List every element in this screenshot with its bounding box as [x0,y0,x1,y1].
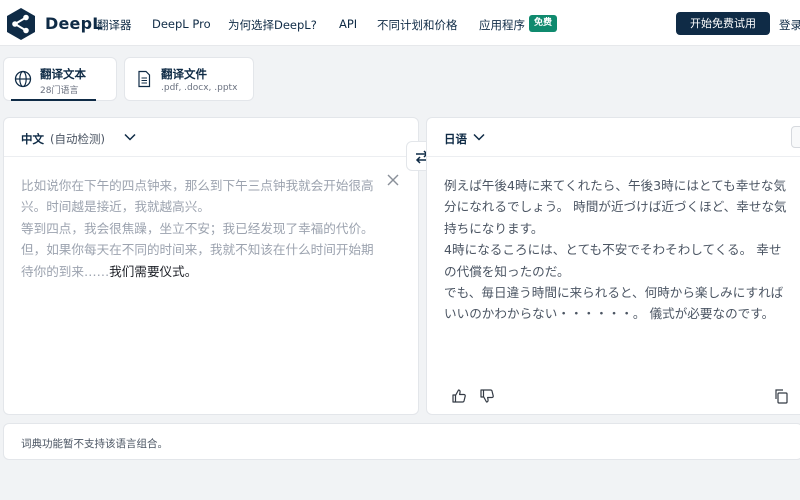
tab-translate-text-title: 翻译文本 [40,67,86,81]
target-language-selector[interactable]: 日语 [444,131,467,147]
dictionary-bar: 词典功能暂不支持该语言组合。 [3,423,800,460]
chevron-down-icon[interactable] [473,133,485,141]
deepl-logo-icon[interactable] [4,7,38,41]
top-navigation: DeepL 翻译器 DeepL Pro 为何选择DeepL? API 不同计划和… [0,0,800,46]
target-panel: 日语 例えば午後4時に来てくれたら、午後3時にはとても幸せな気分になれるでしょう… [426,117,800,415]
brand-name[interactable]: DeepL [45,14,103,33]
brand-subtitle[interactable]: 翻译器 [97,17,132,33]
nav-plans-pricing[interactable]: 不同计划和价格 [377,17,458,33]
login-link[interactable]: 登录 [779,17,800,33]
globe-icon [14,70,32,88]
source-language-label: 中文 [21,132,44,146]
source-textarea[interactable]: 比如说你在下午的四点钟来，那么到下午三点钟我就会开始很高兴。时间越是接近，我就越… [21,175,376,282]
nav-why-deepl[interactable]: 为何选择DeepL? [228,17,317,33]
thumbs-up-icon[interactable] [451,388,467,404]
tab-translate-text-subtitle: 28门语言 [40,86,79,96]
tab-translate-files-title: 翻译文件 [161,67,207,81]
tab-translate-files-subtitle: .pdf, .docx, .pptx [161,83,238,93]
source-language-selector[interactable]: 中文 (自动检测) [21,131,105,147]
target-language-bar: 日语 [427,118,800,157]
glossary-button[interactable] [791,126,800,148]
close-icon[interactable] [386,173,400,187]
nav-apps[interactable]: 应用程序 [479,17,525,33]
start-free-trial-button[interactable]: 开始免费试用 [676,12,770,35]
source-text-body: 比如说你在下午的四点钟来，那么到下午三点钟我就会开始很高兴。时间越是接近，我就越… [21,178,374,279]
thumbs-down-icon[interactable] [479,388,495,404]
source-text-highlight: 我们需要仪式。 [109,263,198,279]
source-panel: 中文 (自动检测) 比如说你在下午的四点钟来，那么到下午三点钟我就会开始很高兴。时… [3,117,419,415]
tab-translate-files[interactable]: 翻译文件 .pdf, .docx, .pptx [124,57,254,101]
nav-api[interactable]: API [339,17,357,31]
source-language-bar: 中文 (自动检测) [4,118,418,157]
target-output: 例えば午後4時に来てくれたら、午後3時にはとても幸せな気分になれるでしょう。 時… [444,178,787,322]
auto-detect-label: (自动检测) [50,132,105,146]
active-tab-indicator [11,99,96,101]
document-icon [138,70,151,88]
free-badge: 免费 [529,15,558,32]
tab-translate-text[interactable]: 翻译文本 28门语言 [3,57,117,101]
chevron-down-icon[interactable] [124,133,136,141]
dictionary-message: 词典功能暂不支持该语言组合。 [21,438,168,450]
nav-deepl-pro[interactable]: DeepL Pro [152,17,211,31]
copy-icon[interactable] [773,388,789,404]
